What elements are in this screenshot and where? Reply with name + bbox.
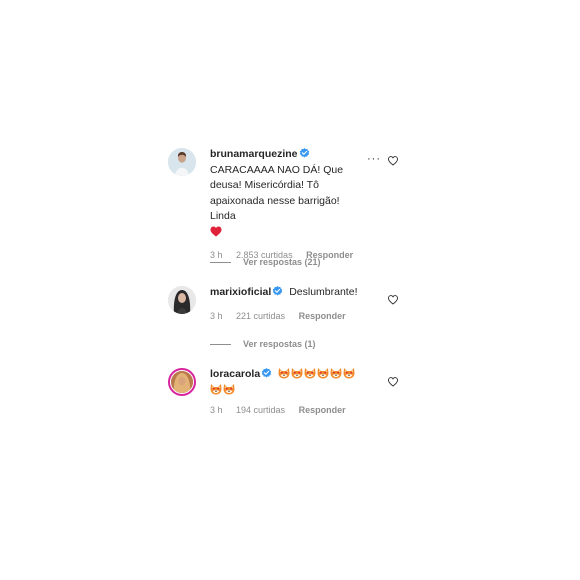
reply-button[interactable]: Responder [299,405,346,415]
fox-emoji-icon [317,368,329,379]
comment-text-block: marixioficial Deslumbrante! [210,285,360,301]
verified-icon [261,368,272,378]
comment-body: brunamarquezine CARACAAAA NAO DÁ! Que de… [210,148,360,260]
verified-icon [272,286,284,296]
comment-text-block: loracarola [210,367,360,398]
fox-emoji-icon [343,368,355,379]
avatar [171,371,193,393]
username[interactable]: marixioficial [210,286,271,298]
fox-emoji-icon [278,368,290,379]
comment-text: CARACAAAA NAO DÁ! Que deusa! Misericórdi… [210,163,344,223]
comment-meta: 3 h 221 curtidas Responder [210,311,360,321]
avatar[interactable] [168,148,196,176]
fox-emoji-icon [330,368,342,379]
avatar-story-ring[interactable] [168,368,196,396]
like-heart-icon[interactable] [388,156,398,166]
more-options-button[interactable]: ··· [367,154,381,165]
verified-icon [298,148,310,158]
fox-emoji-icon [210,383,222,394]
comment-body: marixioficial Deslumbrante! 3 h 221 curt… [210,286,360,321]
comment-likes[interactable]: 221 curtidas [236,311,285,321]
comment-text: Deslumbrante! [289,286,358,298]
fox-emoji-icon [223,383,235,394]
comment-meta: 3 h 194 curtidas Responder [210,405,360,415]
comment-text-block: brunamarquezine CARACAAAA NAO DÁ! Que de… [210,147,360,240]
comment-time[interactable]: 3 h [210,405,223,415]
view-replies-button[interactable]: Ver respostas (1) [210,339,316,349]
divider-line [210,343,231,345]
red-heart-icon [210,226,222,236]
view-replies-button[interactable]: Ver respostas (21) [210,257,321,267]
username[interactable]: loracarola [210,368,260,380]
fox-emoji-icon [291,368,303,379]
comment-time[interactable]: 3 h [210,311,223,321]
divider-line [210,261,231,263]
reply-button[interactable]: Responder [299,311,346,321]
like-heart-icon[interactable] [388,377,398,387]
view-replies-label: Ver respostas (1) [243,339,316,349]
comment-likes[interactable]: 194 curtidas [236,405,285,415]
comment-body: loracarola 3 h 194 curtidas Responder [210,368,360,415]
view-replies-label: Ver respostas (21) [243,257,321,267]
fox-emoji-icon [304,368,316,379]
like-heart-icon[interactable] [388,295,398,305]
avatar[interactable] [168,286,196,314]
username[interactable]: brunamarquezine [210,148,298,160]
